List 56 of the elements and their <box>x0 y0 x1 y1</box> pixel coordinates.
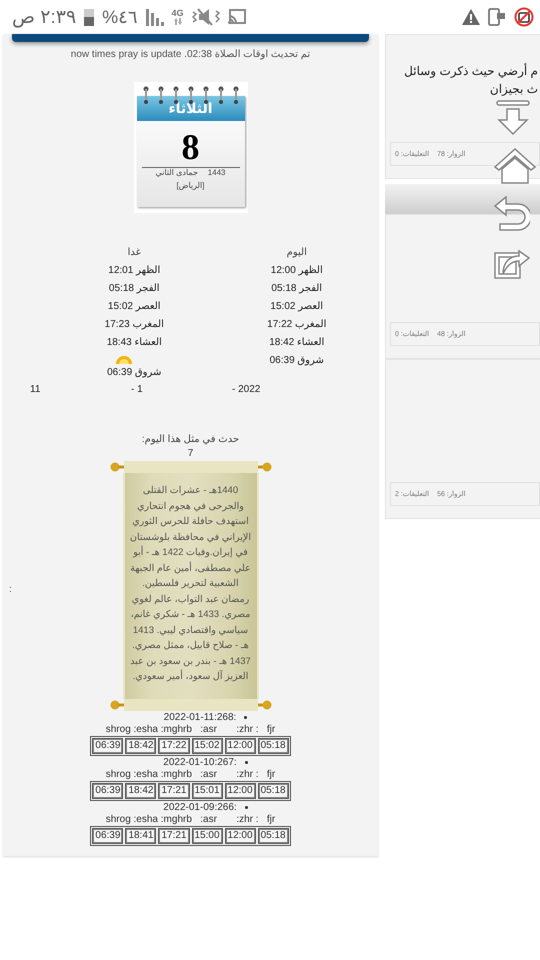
table-cell: 06:39 <box>92 782 124 798</box>
table-cell: 15:01 <box>192 782 223 798</box>
table-cell: 18:42 <box>125 738 156 754</box>
table-cell: 05:18 <box>258 782 289 798</box>
network-type: 4G <box>172 9 184 18</box>
prayer-time: الفجر 05:18 <box>271 282 322 296</box>
date-part: - 1 <box>131 383 144 397</box>
history-date: 2022-01-10:267: <box>163 756 237 768</box>
post-excerpt: ث بجيزان <box>490 81 538 98</box>
table-cell: 06:39 <box>92 738 124 754</box>
date-part: 11 <box>30 383 42 397</box>
prayer-time: العشاء 18:42 <box>269 336 324 350</box>
prayer-time: الظهر 12:00 <box>270 264 323 278</box>
events-text: 1440هـ - عشرات القتلى والجرحى في هجوم انتحاري استهدف حافلة للحرس الثوري الإيراني في محافظة بلوشستان في إيران.وفيات 1422 هـ - أبو علي مصطفى، أمين عام الجبهة الشعبية لتحرير فلسطين. رمضان عبد التواب، عالم لغوي مصري. 1433 هـ - شكري غانم، سياسي واقتصادي ليبي. 1413 هـ - صلاح قابيل، ممثل مصري. 1437 هـ - بندر بن سعود بن عبد العزيز آل سعود، أمير سعودي. <box>130 484 252 684</box>
table-cell: 05:18 <box>258 738 289 754</box>
prayer-time: العصر 15:02 <box>270 300 324 314</box>
post-excerpt: م أرضي حيث ذكرت وسائل <box>404 62 538 80</box>
prayer-time: الظهر 12:01 <box>108 264 160 278</box>
clock-time: ٢:٣٩ ص <box>12 6 76 28</box>
table-cell: 06:39 <box>92 828 124 844</box>
hijri-year: 1443 <box>208 168 226 177</box>
table-cell: 15:02 <box>192 738 223 754</box>
hijri-month: جمادى الثاني <box>156 168 198 177</box>
event-count: 7 <box>188 447 194 461</box>
prayer-time: الفجر 05:18 <box>108 282 160 296</box>
table-cell: 12:00 <box>224 738 256 754</box>
update-note: now times pray is update .02:38 تم تحديث اوقات الصلاة <box>70 49 310 60</box>
history-date: 2022-01-09:266: <box>163 802 237 814</box>
city-label: [الرياض] <box>176 181 204 190</box>
table-cell: 17:22 <box>158 738 190 754</box>
column-headers: shrog :esha :mghrb :asr :zhr : fjr <box>106 724 276 736</box>
prayer-time: العصر 15:02 <box>108 300 161 314</box>
table-cell: 12:00 <box>224 782 256 798</box>
column-headers: shrog :esha :mghrb :asr :zhr : fjr <box>106 814 276 826</box>
table-cell: 12:00 <box>224 828 256 844</box>
table-cell: 18:41 <box>125 828 156 844</box>
date-part: - 2022 <box>232 383 262 397</box>
table-cell: 15:00 <box>192 828 223 844</box>
prayer-time: المغرب 17:22 <box>267 318 326 332</box>
on-this-day-heading: حدث في مثل هذا اليوم: <box>142 433 240 447</box>
table-cell: 05:18 <box>258 828 289 844</box>
table-cell: 17:21 <box>158 782 190 798</box>
prayer-time: العشاء 18:43 <box>106 336 162 350</box>
day-heading: غدا <box>128 246 141 260</box>
side-mark: : <box>9 584 12 595</box>
sunrise-time: شروق 06:39 <box>270 354 324 368</box>
column-headers: shrog :esha :mghrb :asr :zhr : fjr <box>106 768 276 780</box>
day-number: 8 <box>182 127 200 167</box>
prayer-time: المغرب 17:23 <box>104 318 164 332</box>
sunrise-time: شروق 06:39 <box>107 366 162 380</box>
table-cell: 18:42 <box>125 782 156 798</box>
day-heading: اليوم <box>286 246 307 260</box>
table-cell: 17:21 <box>158 828 190 844</box>
history-date: 2022-01-11:268: <box>164 712 236 724</box>
weekday-label: الثلاثاء <box>136 96 244 121</box>
battery-percent: %٤٦ <box>102 6 138 28</box>
